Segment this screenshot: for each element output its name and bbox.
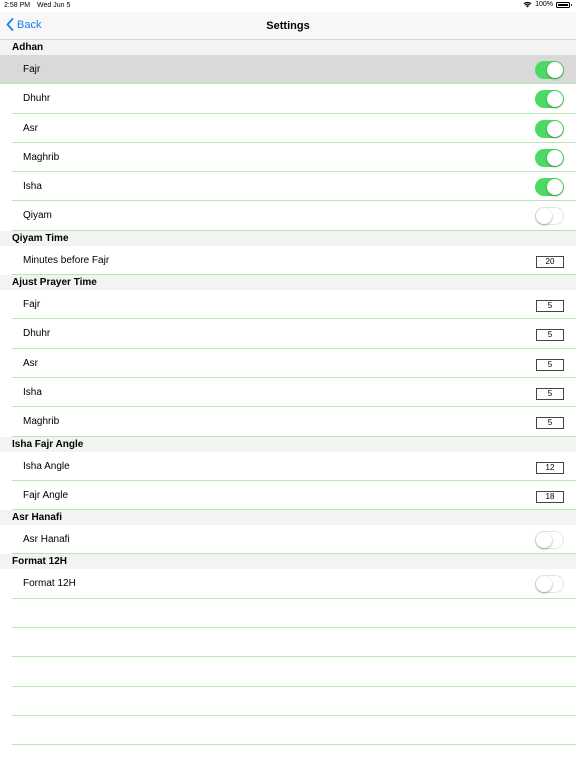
row-asr-hanafi[interactable]: Asr Hanafi (12, 525, 576, 555)
status-right: 100% (523, 1, 572, 8)
battery-icon (556, 1, 572, 8)
row-format-12h[interactable]: Format 12H (12, 569, 576, 599)
row-label: Format 12H (23, 578, 76, 590)
navigation-bar: Back Settings (0, 12, 576, 40)
row-isha-angle[interactable]: Isha Angle 12 (12, 452, 576, 481)
toggle-knob (536, 208, 552, 225)
section-header-format: Format 12H (0, 554, 576, 570)
battery-percent: 100% (535, 1, 553, 8)
toggle-knob (536, 532, 552, 549)
toggle-adhan-isha[interactable] (535, 178, 564, 197)
toggle-knob (547, 62, 563, 78)
wifi-icon (523, 1, 532, 8)
row-adhan-maghrib[interactable]: Maghrib (12, 143, 576, 173)
empty-row (12, 687, 576, 716)
toggle-knob (547, 179, 563, 196)
status-bar: 2:58 PM Wed Jun 5 100% (0, 0, 576, 12)
toggle-adhan-dhuhr[interactable] (535, 90, 564, 109)
row-label: Fajr (23, 64, 41, 75)
fajr-angle-input[interactable]: 18 (536, 490, 564, 503)
toggle-adhan-maghrib[interactable] (535, 148, 564, 167)
row-adhan-isha[interactable]: Isha (12, 172, 576, 202)
toggle-adhan-fajr[interactable] (535, 61, 564, 79)
row-label: Fajr Angle (23, 489, 69, 501)
row-adjust-dhuhr[interactable]: Dhuhr 5 (12, 319, 576, 349)
section-header-qiyam-time: Qiyam Time (0, 230, 576, 246)
status-date: Wed Jun 5 (37, 2, 71, 9)
page-title: Settings (266, 20, 310, 32)
row-adjust-maghrib[interactable]: Maghrib 5 (12, 407, 576, 437)
row-label: Maghrib (23, 416, 60, 428)
toggle-adhan-asr[interactable] (535, 119, 564, 138)
toggle-knob (547, 120, 563, 137)
row-label: Minutes before Fajr (23, 254, 110, 266)
row-label: Isha (23, 181, 42, 193)
toggle-knob (536, 576, 552, 593)
row-label: Asr Hanafi (23, 534, 70, 546)
row-adjust-asr[interactable]: Asr 5 (12, 349, 576, 378)
minutes-before-fajr-input[interactable]: 20 (536, 255, 564, 268)
row-adhan-qiyam[interactable]: Qiyam (12, 201, 576, 231)
empty-row (12, 716, 576, 746)
row-adhan-fajr[interactable]: Fajr (0, 55, 576, 85)
empty-row (12, 657, 576, 687)
row-adjust-fajr[interactable]: Fajr 5 (12, 290, 576, 320)
toggle-adhan-qiyam[interactable] (535, 207, 564, 226)
toggle-format-12h[interactable] (535, 575, 564, 594)
adjust-dhuhr-input[interactable]: 5 (536, 329, 564, 342)
row-adjust-isha[interactable]: Isha 5 (12, 378, 576, 408)
section-header-asr-hanafi: Asr Hanafi (0, 510, 576, 526)
adjust-isha-input[interactable]: 5 (536, 387, 564, 400)
row-label: Asr (23, 122, 38, 134)
empty-row (12, 599, 576, 629)
section-header-angle: Isha Fajr Angle (0, 436, 576, 452)
row-label: Asr (23, 357, 38, 369)
section-header-adhan: Adhan (0, 40, 576, 55)
toggle-knob (547, 149, 563, 166)
row-adhan-dhuhr[interactable]: Dhuhr (12, 84, 576, 114)
adjust-asr-input[interactable]: 5 (536, 358, 564, 371)
row-label: Isha Angle (23, 460, 70, 472)
status-time: 2:58 PM (4, 2, 31, 9)
adjust-fajr-input[interactable]: 5 (536, 300, 564, 313)
row-label: Qiyam (23, 210, 52, 222)
row-qiyam-minutes[interactable]: Minutes before Fajr 20 (12, 246, 576, 276)
toggle-knob (547, 91, 563, 108)
section-header-adjust: Ajust Prayer Time (0, 275, 576, 291)
row-adhan-asr[interactable]: Asr (12, 114, 576, 143)
row-label: Fajr (23, 299, 41, 311)
row-fajr-angle[interactable]: Fajr Angle 18 (12, 481, 576, 511)
adjust-maghrib-input[interactable]: 5 (536, 417, 564, 430)
row-label: Dhuhr (23, 328, 51, 340)
empty-row (12, 628, 576, 658)
row-label: Maghrib (23, 151, 60, 163)
toggle-asr-hanafi[interactable] (535, 531, 564, 550)
row-label: Dhuhr (23, 93, 51, 105)
settings-table: Adhan Fajr Dhuhr Asr Maghrib Isha Qiyam … (0, 40, 576, 746)
row-label: Isha (23, 386, 42, 398)
isha-angle-input[interactable]: 12 (536, 461, 564, 474)
